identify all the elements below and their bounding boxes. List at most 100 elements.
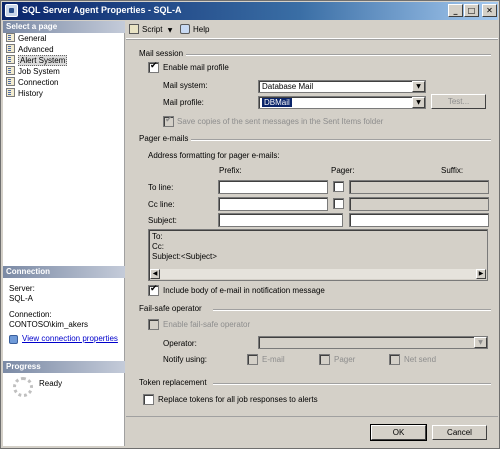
minimize-button[interactable]: _ [448, 4, 463, 17]
notify-email-label: E-mail [262, 355, 285, 364]
chevron-down-icon: ▼ [167, 27, 173, 34]
failsafe-title: Fail-safe operator [139, 304, 202, 313]
include-body-label: Include body of e-mail in notification m… [163, 286, 325, 295]
help-button[interactable]: Help [180, 23, 209, 37]
toolbar: Script ▼ Help [126, 21, 498, 39]
cc-line-prefix-input[interactable] [218, 197, 328, 211]
notify-pager-checkbox[interactable] [319, 354, 330, 365]
page-connection-label: Connection [18, 78, 59, 87]
page-advanced-label: Advanced [18, 45, 54, 54]
window-title: SQL Server Agent Properties - SQL-A [22, 5, 182, 15]
notify-email-checkbox[interactable] [247, 354, 258, 365]
page-general[interactable]: General [6, 33, 122, 44]
page-icon [6, 66, 15, 75]
token-replacement-divider [213, 383, 491, 385]
notify-pager-label: Pager [334, 355, 356, 364]
page-connection[interactable]: Connection [6, 77, 122, 88]
page-icon [6, 33, 15, 42]
mail-system-value: Database Mail [262, 82, 314, 91]
mail-system-label: Mail system: [163, 81, 208, 90]
enable-failsafe-label: Enable fail-safe operator [163, 320, 251, 329]
pager-header: Pager: [331, 166, 355, 175]
to-line-pager-checkbox[interactable] [333, 181, 344, 192]
subject-prefix-input[interactable] [218, 213, 343, 227]
notify-net-send-label: Net send [404, 355, 437, 364]
save-copies-checkbox[interactable] [163, 115, 174, 127]
address-formatting-label: Address formatting for pager e-mails: [148, 151, 280, 160]
page-alert-system[interactable]: Alert System [6, 55, 122, 66]
preview-cc: Cc: [152, 242, 164, 251]
sql-agent-icon [5, 4, 18, 17]
page-icon [6, 77, 15, 86]
save-copies-label: Save copies of the sent messages in the … [177, 117, 384, 126]
script-label: Script [142, 25, 163, 34]
server-label: Server: [9, 284, 35, 293]
enable-mail-profile-checkbox[interactable] [148, 61, 159, 73]
preview-scrollbar[interactable]: ◀ ▶ [150, 269, 486, 279]
cc-line-pager-checkbox[interactable] [333, 198, 344, 209]
connection-label: Connection: [9, 310, 52, 319]
prefix-header: Prefix: [219, 166, 242, 175]
page-alert-system-label: Alert System [18, 55, 68, 66]
subject-label: Subject: [148, 216, 177, 225]
connection-properties-icon [9, 335, 18, 344]
connection-value: CONTOSO\kim_akers [9, 320, 88, 329]
ok-button[interactable]: OK [370, 424, 427, 441]
view-connection-properties-link[interactable]: View connection properties [22, 334, 118, 343]
preview-subject: Subject:<Subject> [152, 252, 217, 261]
scroll-left-icon[interactable]: ◀ [150, 269, 160, 279]
title-bar[interactable]: SQL Server Agent Properties - SQL-A _ □ … [2, 2, 498, 20]
chevron-down-icon[interactable]: ▼ [474, 337, 487, 348]
operator-label: Operator: [163, 339, 197, 348]
to-line-suffix-input[interactable] [349, 180, 489, 194]
preview-to: To: [152, 232, 163, 241]
server-value: SQL-A [9, 294, 34, 303]
mail-profile-label: Mail profile: [163, 98, 204, 107]
connection-header: Connection [3, 266, 125, 278]
cancel-button[interactable]: Cancel [432, 425, 487, 440]
progress-status: Ready [39, 379, 63, 388]
mail-profile-value: DBMail [262, 98, 292, 107]
left-panel: Select a page General Advanced Alert Sys… [3, 21, 125, 446]
maximize-button[interactable]: □ [464, 4, 479, 17]
cc-line-label: Cc line: [148, 200, 175, 209]
progress-spinner-icon [13, 377, 33, 397]
enable-failsafe-checkbox[interactable] [148, 319, 159, 330]
scroll-right-icon[interactable]: ▶ [476, 269, 486, 279]
mail-session-divider [186, 54, 491, 56]
page-job-system-label: Job System [18, 67, 60, 76]
pager-emails-title: Pager e-mails [139, 134, 189, 143]
operator-select[interactable]: ▼ [258, 336, 488, 349]
mail-system-select[interactable]: Database Mail ▼ [258, 80, 426, 93]
cc-line-suffix-input[interactable] [349, 197, 489, 211]
pager-emails-divider [191, 139, 491, 141]
script-button[interactable]: Script ▼ [129, 23, 172, 37]
mail-profile-select[interactable]: DBMail ▼ [258, 96, 426, 109]
page-icon [6, 44, 15, 53]
script-icon [129, 24, 139, 34]
include-body-checkbox[interactable] [148, 284, 159, 296]
page-advanced[interactable]: Advanced [6, 44, 122, 55]
to-line-prefix-input[interactable] [218, 180, 328, 194]
help-label: Help [193, 25, 210, 34]
help-icon [180, 24, 190, 34]
replace-tokens-checkbox[interactable] [143, 394, 154, 405]
close-button[interactable]: ✕ [482, 4, 497, 17]
chevron-down-icon[interactable]: ▼ [412, 97, 425, 108]
subject-suffix-input[interactable] [349, 213, 489, 227]
page-history[interactable]: History [6, 88, 122, 99]
page-icon [6, 88, 15, 97]
test-button[interactable]: Test... [431, 94, 486, 109]
notify-net-send-checkbox[interactable] [389, 354, 400, 365]
page-history-label: History [18, 89, 43, 98]
properties-window: SQL Server Agent Properties - SQL-A _ □ … [0, 0, 500, 449]
page-general-label: General [18, 34, 47, 43]
mail-session-title: Mail session [139, 49, 184, 58]
page-job-system[interactable]: Job System [6, 66, 122, 77]
chevron-down-icon[interactable]: ▼ [412, 81, 425, 92]
failsafe-divider [213, 309, 491, 311]
enable-mail-profile-label: Enable mail profile [163, 63, 229, 72]
suffix-header: Suffix: [441, 166, 464, 175]
to-line-label: To line: [148, 183, 174, 192]
page-icon [6, 55, 15, 64]
